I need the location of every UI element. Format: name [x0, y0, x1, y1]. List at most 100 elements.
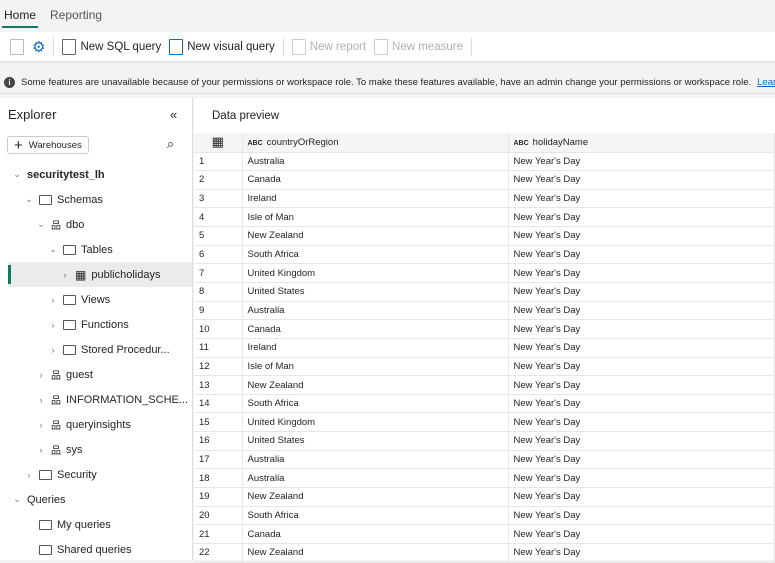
table-grid-icon[interactable]: ▦	[194, 133, 243, 153]
table-cell[interactable]: Australia	[242, 152, 509, 172]
table-cell[interactable]: New Year's Day	[508, 431, 775, 451]
table-row[interactable]: 22 New Zealand New Year's Day	[194, 543, 775, 563]
refresh-icon[interactable]	[10, 38, 24, 55]
table-row[interactable]: 21 Canada New Year's Day	[194, 524, 775, 544]
table-row[interactable]: 19 New Zealand New Year's Day	[194, 487, 775, 507]
chevron-down-icon[interactable]: ⌄	[36, 219, 46, 230]
tree-item[interactable]: ⌄ Schemas	[0, 187, 192, 212]
table-cell[interactable]: New Year's Day	[508, 450, 775, 470]
table-cell[interactable]: South Africa	[242, 245, 509, 265]
chevron-down-icon[interactable]: ⌄	[48, 244, 58, 255]
table-row[interactable]: 15 United Kingdom New Year's Day	[194, 412, 775, 433]
table-cell[interactable]: New Zealand	[242, 375, 509, 395]
table-cell[interactable]: New Year's Day	[508, 487, 775, 507]
table-cell[interactable]: New Year's Day	[508, 506, 775, 526]
table-cell[interactable]: Isle of Man	[242, 357, 509, 377]
table-cell[interactable]: New Year's Day	[508, 170, 775, 190]
table-cell[interactable]: Canada	[242, 170, 509, 190]
table-row[interactable]: 8 United States New Year's Day	[194, 282, 775, 302]
table-row[interactable]: 12 Isle of Man New Year's Day	[194, 357, 775, 377]
table-row[interactable]: 5 New Zealand New Year's Day	[194, 226, 775, 246]
table-row[interactable]: 18 Australia New Year's Day	[194, 468, 775, 489]
tree-item[interactable]: › 品 INFORMATION_SCHE...	[0, 387, 192, 412]
table-cell[interactable]: Ireland	[242, 189, 509, 209]
chevron-right-icon[interactable]: ›	[24, 470, 34, 480]
table-row[interactable]: 6 South Africa New Year's Day	[194, 245, 775, 265]
table-cell[interactable]: New Year's Day	[508, 412, 775, 433]
chevron-right-icon[interactable]: ›	[48, 295, 58, 305]
table-cell[interactable]: United Kingdom	[242, 412, 509, 433]
chevron-down-icon[interactable]: ⌄	[12, 169, 22, 180]
table-row[interactable]: 20 South Africa New Year's Day	[194, 506, 775, 526]
settings-gear-icon[interactable]: ⚙	[32, 38, 45, 56]
table-row[interactable]: 13 New Zealand New Year's Day	[194, 375, 775, 395]
table-cell[interactable]: Australia	[242, 468, 509, 489]
table-cell[interactable]: New Year's Day	[508, 375, 775, 395]
table-row[interactable]: 3 Ireland New Year's Day	[194, 189, 775, 209]
table-cell[interactable]: Canada	[242, 319, 509, 339]
chevron-right-icon[interactable]: ›	[36, 445, 46, 455]
tree-item[interactable]: ⌄ Queries	[0, 487, 192, 512]
table-cell[interactable]: New Year's Day	[508, 543, 775, 563]
table-row[interactable]: 1 Australia New Year's Day	[194, 152, 775, 172]
new-visual-query-button[interactable]: New visual query	[169, 38, 275, 55]
tree-item[interactable]: › 品 sys	[0, 437, 192, 462]
table-cell[interactable]: United Kingdom	[242, 263, 509, 283]
table-row[interactable]: 11 Ireland New Year's Day	[194, 338, 775, 358]
new-sql-query-button[interactable]: New SQL query	[62, 38, 161, 55]
table-cell[interactable]: New Year's Day	[508, 468, 775, 489]
collapse-pane-icon[interactable]: «	[170, 107, 177, 122]
table-row[interactable]: 2 Canada New Year's Day	[194, 170, 775, 190]
table-cell[interactable]: Isle of Man	[242, 207, 509, 228]
table-cell[interactable]: New Year's Day	[508, 226, 775, 246]
table-cell[interactable]: New Year's Day	[508, 357, 775, 377]
table-cell[interactable]: New Zealand	[242, 226, 509, 246]
add-warehouses-button[interactable]: + Warehouses	[7, 136, 89, 154]
table-cell[interactable]: Australia	[242, 450, 509, 470]
tree-item[interactable]: › 品 guest	[0, 362, 192, 387]
table-cell[interactable]: Australia	[242, 301, 509, 321]
table-row[interactable]: 17 Australia New Year's Day	[194, 450, 775, 470]
tree-item[interactable]: ⌄ Tables	[0, 237, 192, 262]
tree-item[interactable]: › Functions	[0, 312, 192, 337]
tree-item[interactable]: ⌄ 品 dbo	[0, 212, 192, 237]
table-cell[interactable]: New Year's Day	[508, 394, 775, 414]
tab-reporting[interactable]: Reporting	[48, 0, 104, 28]
column-header-holidayName[interactable]: ABC holidayName	[508, 133, 775, 153]
table-cell[interactable]: United States	[242, 431, 509, 451]
table-cell[interactable]: South Africa	[242, 394, 509, 414]
table-cell[interactable]: New Year's Day	[508, 245, 775, 265]
table-cell[interactable]: New Year's Day	[508, 301, 775, 321]
tree-item[interactable]: › Security	[0, 462, 192, 487]
chevron-right-icon[interactable]: ›	[36, 370, 46, 380]
table-row[interactable]: 16 United States New Year's Day	[194, 431, 775, 451]
chevron-right-icon[interactable]: ›	[48, 345, 58, 355]
tab-home[interactable]: Home	[2, 0, 39, 28]
table-row[interactable]: 7 United Kingdom New Year's Day	[194, 263, 775, 283]
table-cell[interactable]: Canada	[242, 524, 509, 544]
table-cell[interactable]: New Zealand	[242, 543, 509, 563]
new-measure-button[interactable]: New measure	[374, 38, 463, 55]
tree-item[interactable]: ⌄ securitytest_lh	[0, 162, 192, 187]
search-icon[interactable]: ⌕	[167, 136, 174, 152]
table-cell[interactable]: New Year's Day	[508, 152, 775, 172]
table-row[interactable]: 9 Australia New Year's Day	[194, 301, 775, 321]
table-cell[interactable]: Ireland	[242, 338, 509, 358]
table-cell[interactable]: United States	[242, 282, 509, 302]
tree-item[interactable]: › 品 queryinsights	[0, 412, 192, 437]
chevron-right-icon[interactable]: ›	[48, 320, 58, 330]
chevron-right-icon[interactable]: ›	[36, 395, 46, 405]
new-report-button[interactable]: New report	[291, 38, 366, 55]
table-row[interactable]: 10 Canada New Year's Day	[194, 319, 775, 339]
chevron-right-icon[interactable]: ›	[60, 270, 70, 280]
tree-item[interactable]: Shared queries	[0, 537, 192, 562]
table-cell[interactable]: New Year's Day	[508, 319, 775, 339]
chevron-down-icon[interactable]: ⌄	[12, 494, 22, 505]
tree-item[interactable]: › Views	[0, 287, 192, 312]
table-row[interactable]: 4 Isle of Man New Year's Day	[194, 207, 775, 228]
chevron-down-icon[interactable]: ⌄	[24, 194, 34, 205]
table-cell[interactable]: New Year's Day	[508, 189, 775, 209]
table-cell[interactable]: New Year's Day	[508, 282, 775, 302]
table-cell[interactable]: New Year's Day	[508, 524, 775, 544]
table-cell[interactable]: New Year's Day	[508, 338, 775, 358]
